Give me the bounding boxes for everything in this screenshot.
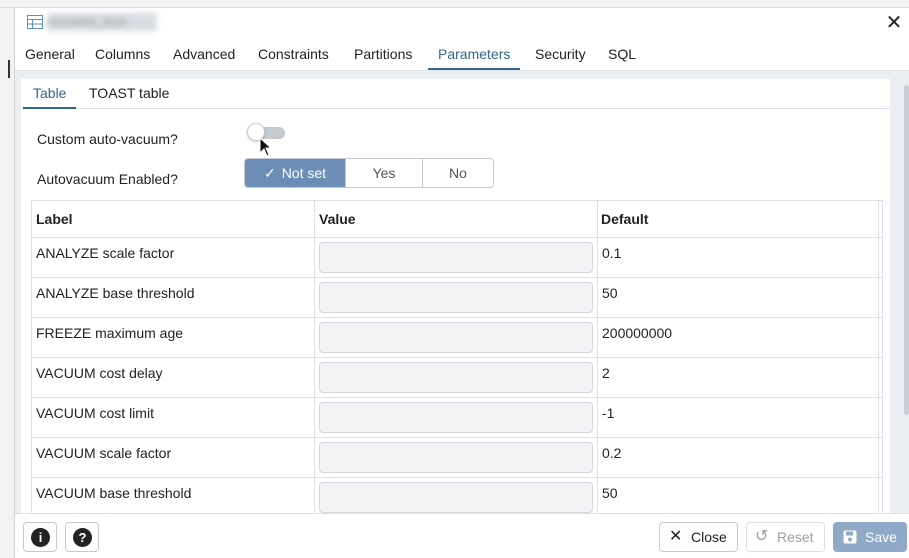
tab-partitions[interactable]: Partitions xyxy=(344,38,422,70)
row-default: 0.2 xyxy=(602,445,622,461)
option-label: Not set xyxy=(281,165,327,181)
tab-general[interactable]: General xyxy=(15,38,85,70)
value-input[interactable] xyxy=(319,482,593,513)
row-label: VACUUM scale factor xyxy=(36,445,172,461)
subtab-table[interactable]: Table xyxy=(23,79,77,109)
help-icon: ? xyxy=(73,528,92,547)
table-properties-dialog: conams_boo ✕ General Columns Advanced Co… xyxy=(14,8,909,558)
tab-sql[interactable]: SQL xyxy=(598,38,646,70)
table-icon xyxy=(27,15,43,29)
info-button[interactable]: i xyxy=(23,522,57,552)
save-button-label: Save xyxy=(865,529,897,545)
autovacuum-enabled-selector: ✓ Not set Yes No xyxy=(244,158,494,188)
background-window-edge xyxy=(0,8,14,558)
row-default: 50 xyxy=(602,285,618,301)
tab-constraints[interactable]: Constraints xyxy=(248,38,339,70)
dialog-footer: i ? ✕ Close ↺ Reset Save xyxy=(15,513,909,558)
tab-security[interactable]: Security xyxy=(525,38,596,70)
close-icon[interactable]: ✕ xyxy=(884,13,904,33)
save-icon xyxy=(843,530,857,544)
row-default: -1 xyxy=(602,405,615,421)
table-row: VACUUM cost delay 2 xyxy=(32,358,882,398)
scrollbar-thumb[interactable] xyxy=(904,85,909,415)
row-default: 50 xyxy=(602,485,618,501)
close-button-label: Close xyxy=(691,529,727,545)
table-row: VACUUM scale factor 0.2 xyxy=(32,438,882,478)
autovacuum-option-yes[interactable]: Yes xyxy=(346,159,423,187)
header-value: Value xyxy=(319,211,356,227)
autovacuum-enabled-label: Autovacuum Enabled? xyxy=(37,171,178,187)
background-window-strip xyxy=(0,0,909,8)
row-default: 0.1 xyxy=(602,245,622,261)
dialog-titlebar: conams_boo ✕ xyxy=(15,8,909,38)
autovacuum-option-no[interactable]: No xyxy=(423,159,493,187)
header-label: Label xyxy=(36,211,73,227)
grid-header: Label Value Default xyxy=(32,201,882,238)
table-row: ANALYZE base threshold 50 xyxy=(32,278,882,318)
row-label: FREEZE maximum age xyxy=(36,325,184,341)
dialog-content: Table TOAST table Custom auto-vacuum? Au… xyxy=(15,71,909,513)
subtab-toast-table[interactable]: TOAST table xyxy=(79,79,179,109)
check-icon: ✓ xyxy=(263,165,276,181)
save-button[interactable]: Save xyxy=(833,522,907,552)
value-input[interactable] xyxy=(319,362,593,393)
tab-advanced[interactable]: Advanced xyxy=(163,38,245,70)
row-label: VACUUM base threshold xyxy=(36,485,192,501)
tab-parameters[interactable]: Parameters xyxy=(428,38,521,70)
mouse-cursor-icon xyxy=(259,137,273,157)
help-button[interactable]: ? xyxy=(65,522,99,552)
close-button[interactable]: ✕ Close xyxy=(659,522,738,552)
row-default: 200000000 xyxy=(602,325,673,341)
parameters-panel: Table TOAST table Custom auto-vacuum? Au… xyxy=(21,79,890,513)
dialog-title: conams_boo xyxy=(47,13,157,31)
main-tabs: General Columns Advanced Constraints Par… xyxy=(15,38,909,71)
row-label: ANALYZE base threshold xyxy=(36,285,195,301)
info-icon: i xyxy=(31,528,50,547)
value-input[interactable] xyxy=(319,282,593,313)
row-label: VACUUM cost limit xyxy=(36,405,154,421)
reset-button[interactable]: ↺ Reset xyxy=(746,522,825,552)
sub-tabs: Table TOAST table xyxy=(21,79,890,109)
value-input[interactable] xyxy=(319,322,593,353)
row-label: VACUUM cost delay xyxy=(36,365,163,381)
value-input[interactable] xyxy=(319,402,593,433)
close-icon: ✕ xyxy=(669,528,683,545)
custom-autovacuum-label: Custom auto-vacuum? xyxy=(37,131,178,147)
header-default: Default xyxy=(601,211,649,227)
tab-columns[interactable]: Columns xyxy=(85,38,160,70)
row-label: ANALYZE scale factor xyxy=(36,245,175,261)
reset-icon: ↺ xyxy=(755,528,769,545)
table-row: FREEZE maximum age 200000000 xyxy=(32,318,882,358)
autovacuum-option-not-set[interactable]: ✓ Not set xyxy=(245,159,346,187)
reset-button-label: Reset xyxy=(777,529,814,545)
table-row: ANALYZE scale factor 0.1 xyxy=(32,238,882,278)
table-row: VACUUM base threshold 50 xyxy=(32,478,882,513)
table-row: VACUUM cost limit -1 xyxy=(32,398,882,438)
row-default: 2 xyxy=(602,365,610,381)
value-input[interactable] xyxy=(319,442,593,473)
value-input[interactable] xyxy=(319,242,593,273)
parameters-grid: Label Value Default ANALYZE scale factor… xyxy=(31,200,883,513)
